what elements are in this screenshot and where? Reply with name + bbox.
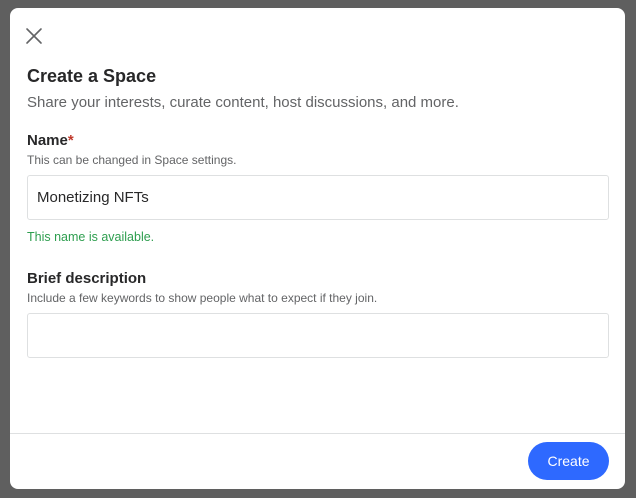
name-label-text: Name — [27, 132, 68, 149]
description-label: Brief description — [27, 270, 147, 287]
name-availability-status: This name is available. — [27, 230, 155, 244]
create-button[interactable]: Create — [528, 442, 609, 480]
modal-footer: Create — [10, 433, 625, 489]
description-help-text: Include a few keywords to show people wh… — [27, 291, 378, 305]
name-label: Name* — [27, 132, 74, 149]
required-marker: * — [67, 132, 74, 149]
close-button[interactable] — [22, 24, 46, 48]
name-input[interactable] — [27, 175, 609, 220]
close-icon — [26, 28, 42, 44]
create-space-modal: Create a Space Share your interests, cur… — [10, 8, 625, 489]
modal-title: Create a Space — [27, 66, 157, 86]
modal-subtitle: Share your interests, curate content, ho… — [27, 94, 459, 111]
name-help-text: This can be changed in Space settings. — [27, 153, 237, 167]
description-input[interactable] — [27, 313, 609, 358]
